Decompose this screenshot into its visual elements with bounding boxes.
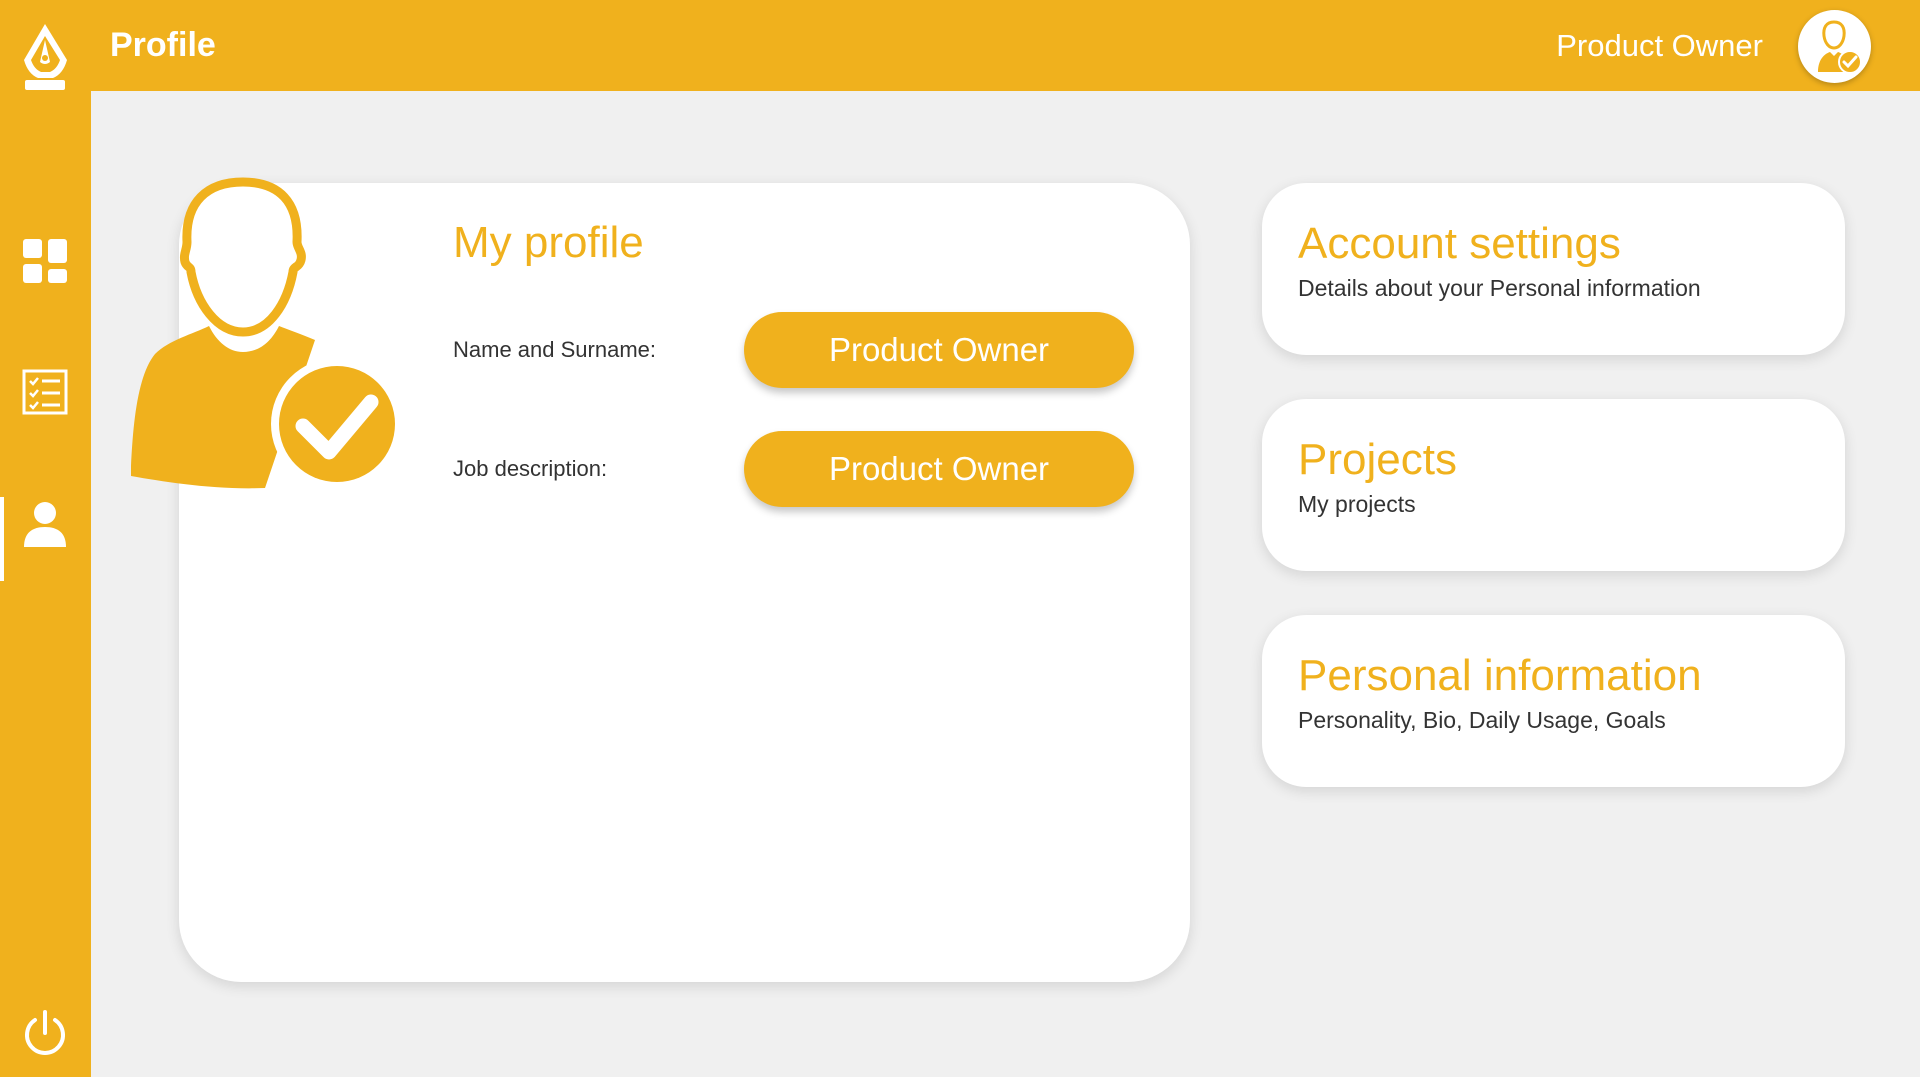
user-verified-icon bbox=[131, 177, 403, 490]
page-title: Profile bbox=[110, 26, 216, 64]
dashboard-grid-icon bbox=[23, 239, 67, 283]
card-title: Personal information bbox=[1298, 651, 1702, 700]
active-indicator bbox=[0, 497, 4, 581]
logout-button[interactable] bbox=[20, 1009, 70, 1059]
power-icon bbox=[25, 1010, 65, 1055]
projects-card[interactable]: Projects My projects bbox=[1262, 399, 1845, 571]
profile-heading: My profile bbox=[453, 218, 644, 267]
personal-information-card[interactable]: Personal information Personality, Bio, D… bbox=[1262, 615, 1845, 787]
job-description-label: Job description: bbox=[453, 456, 608, 481]
header-avatar[interactable] bbox=[1798, 10, 1871, 83]
sidebar-item-dashboard[interactable] bbox=[20, 236, 70, 286]
card-subtitle: Personality, Bio, Daily Usage, Goals bbox=[1298, 707, 1666, 733]
sidebar-item-tasks[interactable] bbox=[20, 367, 70, 417]
header-user-name[interactable]: Product Owner bbox=[1556, 28, 1763, 64]
pen-nib-icon[interactable] bbox=[18, 22, 73, 92]
account-settings-card[interactable]: Account settings Details about your Pers… bbox=[1262, 183, 1845, 355]
job-description-value-button[interactable]: Product Owner bbox=[744, 431, 1134, 507]
card-subtitle: Details about your Personal information bbox=[1298, 275, 1701, 301]
checklist-icon bbox=[22, 369, 68, 415]
card-title: Projects bbox=[1298, 435, 1457, 484]
name-value-button[interactable]: Product Owner bbox=[744, 312, 1134, 388]
card-title: Account settings bbox=[1298, 219, 1621, 268]
sidebar-item-profile[interactable] bbox=[20, 499, 70, 549]
name-label: Name and Surname: bbox=[453, 337, 656, 362]
user-verified-icon bbox=[1818, 20, 1862, 74]
card-subtitle: My projects bbox=[1298, 491, 1416, 517]
user-icon bbox=[24, 502, 66, 547]
